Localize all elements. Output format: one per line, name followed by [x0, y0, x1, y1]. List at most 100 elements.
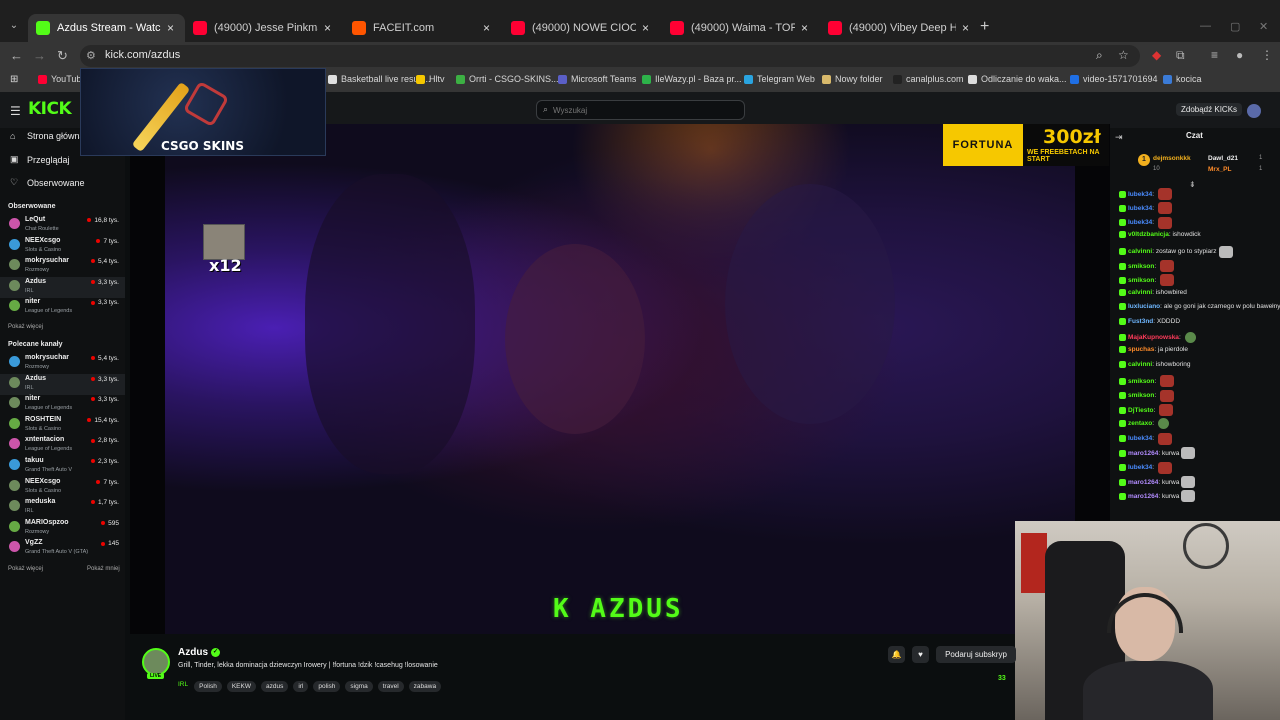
bookmark-item[interactable]: Orrti - CSGO-SKINS...: [456, 74, 559, 84]
chat-username[interactable]: v0ltdzbanicja: [1128, 231, 1169, 238]
browser-tab[interactable]: (49000) Jesse Pinkman - YouTub ×: [185, 14, 342, 42]
bookmark-item[interactable]: video-1571701694: [1070, 74, 1158, 84]
chat-username[interactable]: maro1264: [1128, 493, 1158, 500]
hamburger-menu-icon[interactable]: ☰: [10, 104, 21, 118]
new-tab-button[interactable]: +: [980, 18, 989, 36]
bookmark-item[interactable]: IleWazy.pl - Baza pr...: [642, 74, 742, 84]
extensions-icon[interactable]: ⧉: [1176, 48, 1185, 63]
bookmark-item[interactable]: Hltv: [416, 74, 445, 84]
tab-close-icon[interactable]: ×: [483, 21, 493, 35]
reload-icon[interactable]: ↻: [57, 48, 68, 64]
tag-chip[interactable]: zabawa: [408, 681, 442, 692]
channel-item[interactable]: Azdus IRL 3,3 tys.: [0, 276, 125, 298]
search-input[interactable]: [553, 104, 738, 117]
browser-tab[interactable]: (49000) Vibey Deep House Mix ×: [820, 14, 980, 42]
get-kicks-button[interactable]: Zdobądź KICKs: [1176, 103, 1243, 116]
zoom-icon[interactable]: ⌕: [1096, 48, 1103, 63]
browser-tab[interactable]: (49000) Waima - TOPFLOOR - Y ×: [662, 14, 819, 42]
channel-item[interactable]: VgZZ Grand Theft Auto V (GTA) 145: [0, 538, 125, 559]
bookmark-star-icon[interactable]: ☆: [1118, 48, 1129, 62]
notification-bell-button[interactable]: 🔔: [888, 646, 905, 663]
chat-username[interactable]: smikson: [1128, 263, 1154, 270]
browser-tab[interactable]: FACEIT.com ×: [344, 14, 501, 42]
video-player[interactable]: x12 FORTUNA 300zł WE FREEBETACH NA START…: [130, 124, 1110, 634]
tab-search-icon[interactable]: ⌄: [6, 18, 22, 34]
chat-username[interactable]: smikson: [1128, 392, 1154, 399]
bookmark-item[interactable]: Microsoft Teams: [558, 74, 636, 84]
user-avatar[interactable]: [1247, 104, 1261, 118]
show-less-recommended[interactable]: Pokaż mniej: [87, 566, 120, 572]
menu-icon[interactable]: ⋮: [1261, 48, 1273, 62]
chat-username[interactable]: zentaxo: [1128, 420, 1152, 427]
maximize-icon[interactable]: ▢: [1230, 20, 1240, 33]
minimize-icon[interactable]: —: [1200, 20, 1211, 32]
chat-username[interactable]: lubek34: [1128, 191, 1152, 198]
chat-username[interactable]: lubek34: [1128, 205, 1152, 212]
chat-username[interactable]: calvinni: [1128, 289, 1152, 296]
chat-username[interactable]: Fust3nd: [1128, 318, 1153, 325]
tag-chip[interactable]: travel: [377, 681, 404, 692]
search-box[interactable]: ⌕: [536, 100, 745, 120]
channel-item[interactable]: niter League of Legends 3,3 tys.: [0, 394, 125, 415]
channel-item[interactable]: mokrysuchar Rozmowy 5,4 tys.: [0, 353, 125, 374]
chat-username[interactable]: lubek34: [1128, 464, 1152, 471]
category-link[interactable]: IRL: [178, 681, 188, 688]
chat-username[interactable]: lubek34: [1128, 435, 1152, 442]
chat-username[interactable]: maro1264: [1128, 479, 1158, 486]
apps-icon[interactable]: ⊞: [10, 74, 18, 85]
expand-gifters-icon[interactable]: ⇟: [1189, 180, 1196, 189]
collapse-chat-icon[interactable]: ⇥: [1115, 132, 1123, 143]
channel-item[interactable]: NEEXcsgo Slots & Casino 7 tys.: [0, 236, 125, 257]
channel-item[interactable]: MARIOspzoo Rozmowy 595: [0, 518, 125, 539]
follow-heart-button[interactable]: ♥: [912, 646, 929, 663]
tag-chip[interactable]: irl: [293, 681, 309, 692]
tab-close-icon[interactable]: ×: [324, 21, 334, 35]
gift-sub-button[interactable]: Podaruj subskryp: [936, 646, 1016, 663]
close-window-icon[interactable]: ✕: [1259, 20, 1268, 33]
address-bar[interactable]: ⚙ kick.com/azdus ⌕ ☆: [80, 45, 1140, 67]
tag-chip[interactable]: polish: [313, 681, 341, 692]
channel-item[interactable]: LeQut Chat Roulette 16,8 tys.: [0, 215, 125, 236]
chat-username[interactable]: maro1264: [1128, 450, 1158, 457]
chat-username[interactable]: luxluciano: [1128, 303, 1160, 310]
tab-close-icon[interactable]: ×: [801, 21, 811, 35]
show-more-followed[interactable]: Pokaż więcej: [8, 324, 43, 330]
tab-close-icon[interactable]: ×: [642, 21, 652, 35]
kick-logo[interactable]: KICK: [28, 99, 72, 119]
back-icon[interactable]: ←: [10, 48, 23, 63]
tab-close-icon[interactable]: ×: [167, 21, 177, 35]
nav-following[interactable]: ♡ Obserwowane: [10, 177, 85, 188]
tab-close-icon[interactable]: ×: [962, 21, 972, 35]
chat-username[interactable]: calvinni: [1128, 361, 1152, 368]
channel-item[interactable]: niter League of Legends 3,3 tys.: [0, 297, 125, 318]
channel-item[interactable]: xntentacion League of Legends 2,8 tys.: [0, 435, 125, 456]
chat-username[interactable]: calvinni: [1128, 248, 1152, 255]
chat-username[interactable]: spuchas: [1128, 346, 1154, 353]
channel-item[interactable]: meduska IRL 1,7 tys.: [0, 497, 125, 518]
streamer-avatar[interactable]: [142, 648, 170, 676]
browser-tab[interactable]: Azdus Stream - Watch Live on K ×: [28, 14, 185, 42]
bookmark-item[interactable]: canalplus.com: [893, 74, 964, 84]
tag-chip[interactable]: azdus: [261, 681, 289, 692]
chat-username[interactable]: lubek34: [1128, 219, 1152, 226]
browser-tab[interactable]: (49000) NOWE CIOCIE - Rydaw ×: [503, 14, 660, 42]
channel-item[interactable]: ROSHTEIN Slots & Casino 15,4 tys.: [0, 415, 125, 436]
bookmark-item[interactable]: Telegram Web: [744, 74, 815, 84]
profile-icon[interactable]: ●: [1236, 48, 1243, 62]
channel-item[interactable]: NEEXcsgo Slots & Casino 7 tys.: [0, 477, 125, 498]
bookmark-item[interactable]: kocica: [1163, 74, 1202, 84]
chat-username[interactable]: smikson: [1128, 378, 1154, 385]
site-info-icon[interactable]: ⚙: [86, 49, 96, 62]
extension-icon[interactable]: ◆: [1152, 48, 1161, 62]
chat-username[interactable]: DjTiesto: [1128, 407, 1154, 414]
media-icon[interactable]: ≡: [1211, 48, 1218, 62]
channel-item[interactable]: Azdus IRL 3,3 tys.: [0, 373, 125, 395]
nav-home[interactable]: ⌂ Strona główna: [10, 131, 85, 141]
tag-chip[interactable]: KEKW: [226, 681, 256, 692]
nav-browse[interactable]: ▣ Przeglądaj: [10, 154, 70, 165]
bookmark-item[interactable]: Nowy folder: [822, 74, 883, 84]
channel-item[interactable]: takuu Grand Theft Auto V 2,3 tys.: [0, 456, 125, 477]
streamer-name[interactable]: Azdus: [178, 647, 208, 658]
show-more-recommended[interactable]: Pokaż więcej: [8, 566, 43, 572]
bookmark-item[interactable]: Odliczanie do waka...: [968, 74, 1067, 84]
